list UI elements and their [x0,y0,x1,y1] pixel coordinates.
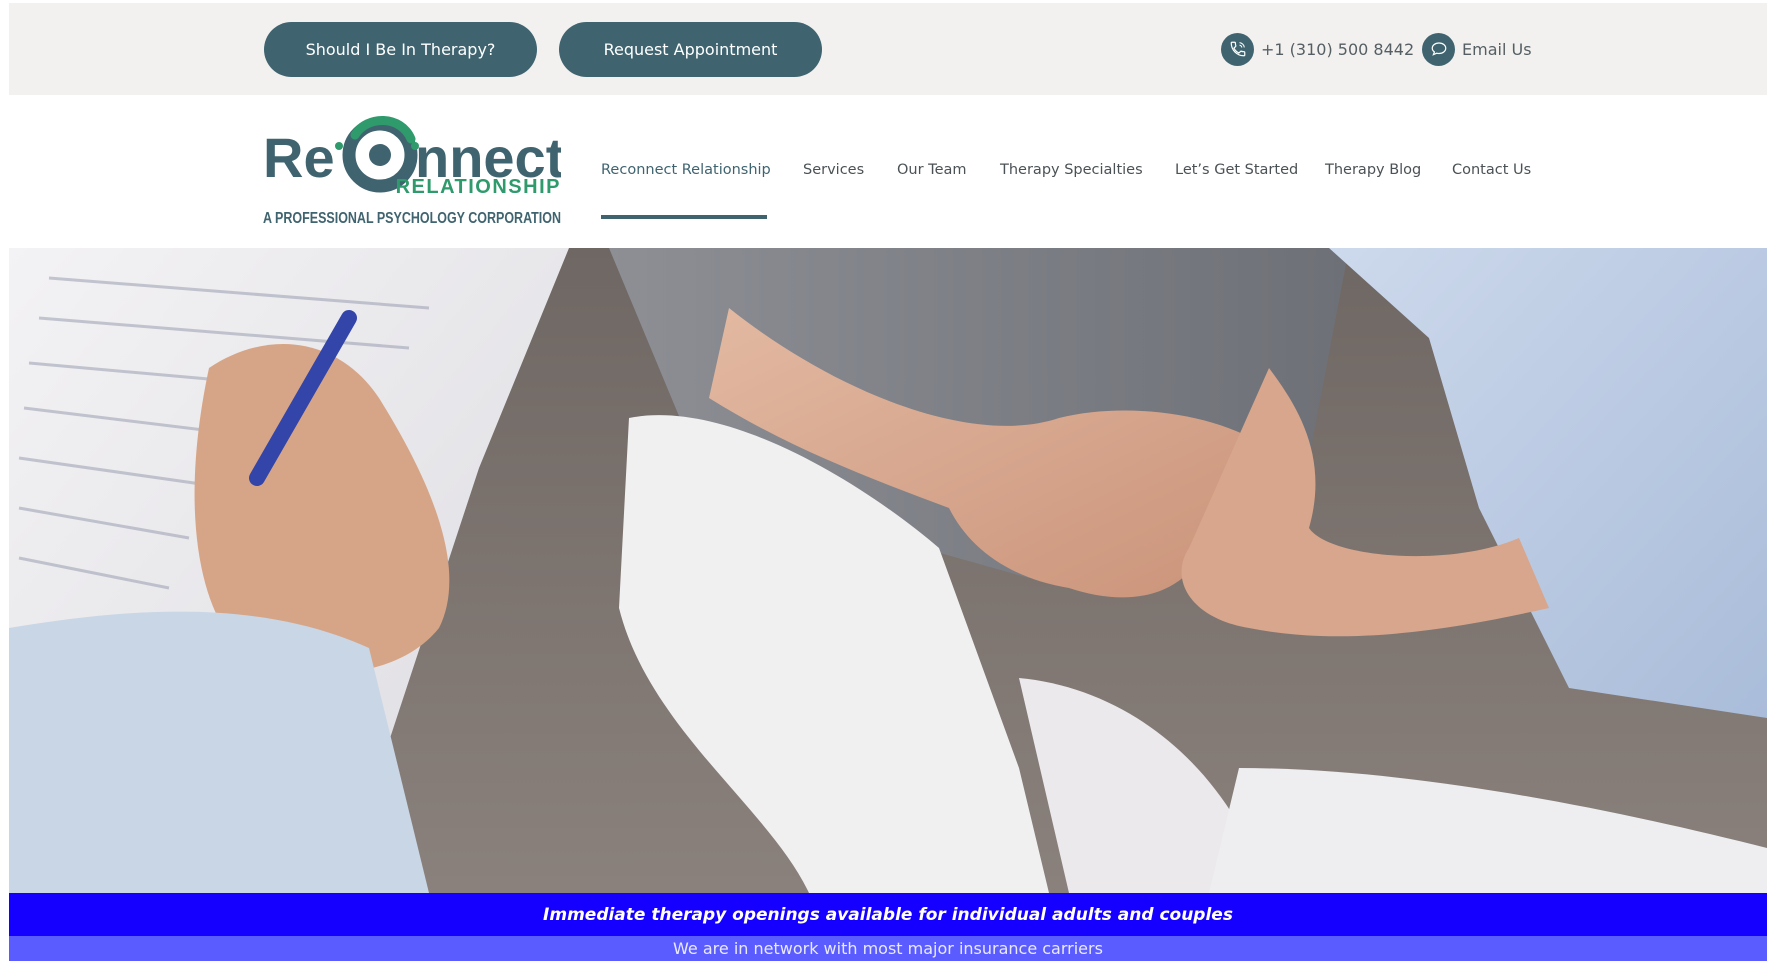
insurance-banner-text: We are in network with most major insura… [673,939,1103,958]
nav-item-contact-us[interactable]: Contact Us [1452,162,1531,178]
nav-item-services[interactable]: Services [803,162,864,178]
email-link[interactable]: Email Us [1422,32,1532,66]
phone-link[interactable]: +1 (310) 500 8442 [1221,32,1414,66]
phone-icon [1221,32,1254,66]
nav-item-lets-get-started[interactable]: Let’s Get Started [1175,162,1298,178]
openings-banner: Immediate therapy openings available for… [9,893,1767,936]
request-appointment-button[interactable]: Request Appointment [559,22,822,77]
nav-item-reconnect-relationship[interactable]: Reconnect Relationship [601,162,771,178]
openings-banner-text: Immediate therapy openings available for… [543,904,1233,925]
chat-bubble-icon [1422,32,1455,66]
email-label: Email Us [1462,39,1532,59]
page: Should I Be In Therapy? Request Appointm… [9,3,1767,961]
phone-number: +1 (310) 500 8442 [1261,39,1415,59]
nav-item-therapy-blog[interactable]: Therapy Blog [1325,162,1421,178]
insurance-banner: We are in network with most major insura… [9,936,1767,961]
active-nav-indicator [601,215,767,219]
top-utility-bar: Should I Be In Therapy? Request Appointm… [9,3,1767,95]
should-i-be-in-therapy-button[interactable]: Should I Be In Therapy? [264,22,537,77]
nav-item-therapy-specialties[interactable]: Therapy Specialties [1000,162,1143,178]
nav-item-our-team[interactable]: Our Team [897,162,967,178]
main-navigation: Reconnect Relationship Services Our Team… [9,95,1767,248]
hero-photo [9,248,1767,893]
site-header: Re nnect RELATIONSHIP A PROFESSIONAL PSY… [9,95,1767,248]
